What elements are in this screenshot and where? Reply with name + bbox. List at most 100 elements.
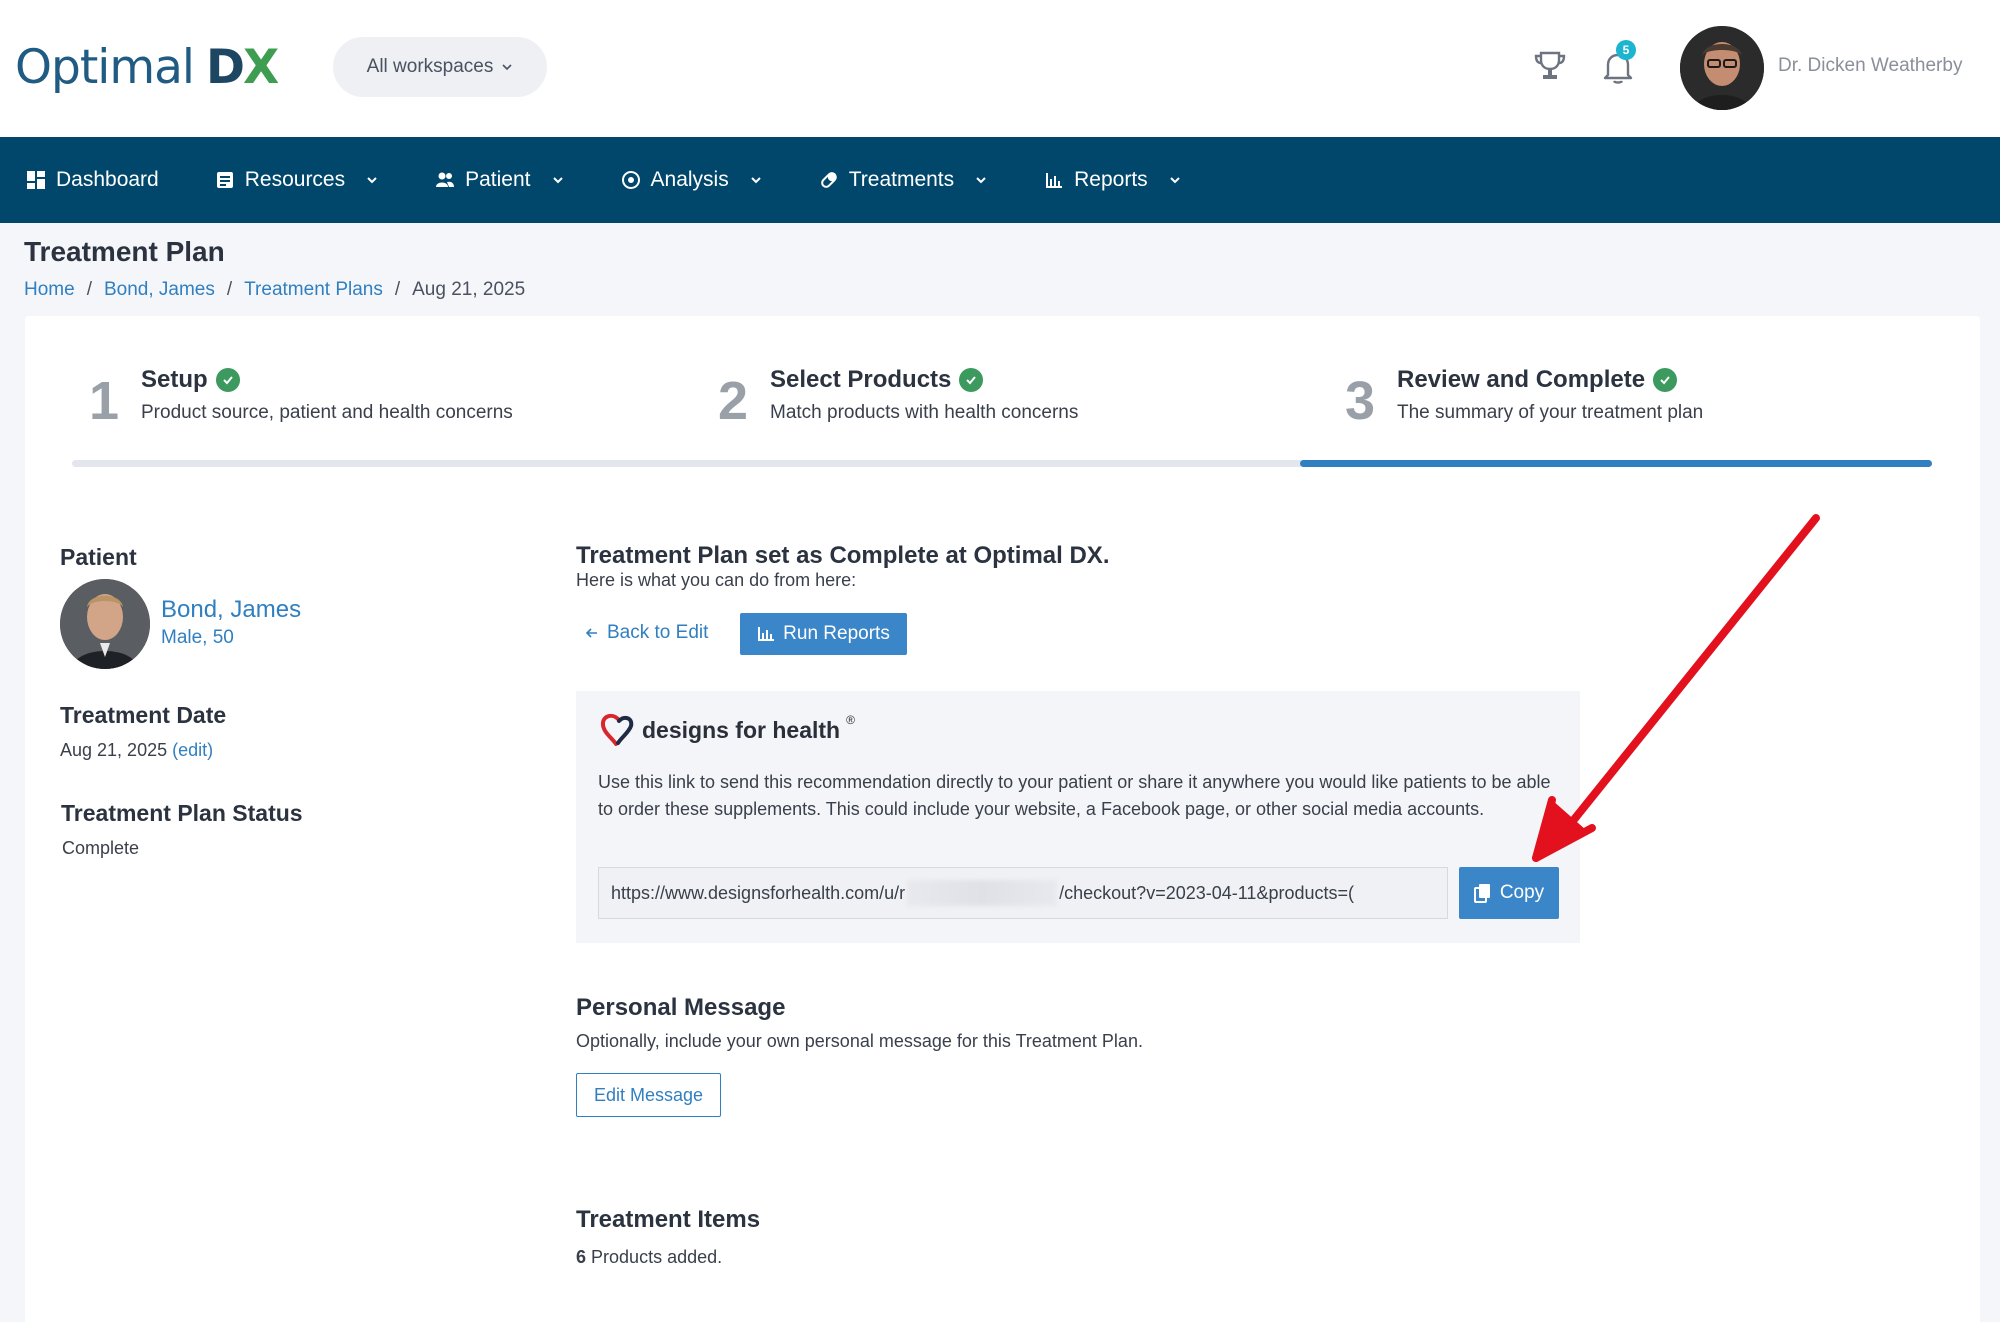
chevron-down-icon: [367, 177, 377, 184]
treatment-date: Aug 21, 2025: [60, 740, 168, 760]
step-number: 3: [1345, 371, 1376, 431]
edit-date-link[interactable]: (edit): [172, 740, 213, 760]
bar-chart-icon: [1046, 173, 1063, 188]
logo-text: Optimal: [15, 40, 195, 95]
copy-label: Copy: [1499, 882, 1545, 903]
breadcrumb-home[interactable]: Home: [24, 279, 75, 301]
trophy-icon[interactable]: [1532, 48, 1568, 84]
nav-label: Resources: [244, 168, 346, 191]
nav-label: Reports: [1074, 168, 1148, 191]
top-header: Optimal D X All workspaces 5 Dr. Dicken …: [0, 0, 2000, 137]
nav-analysis[interactable]: Analysis: [621, 168, 763, 192]
nav-reports[interactable]: Reports: [1044, 168, 1182, 192]
step-subtitle: Product source, patient and health conce…: [141, 402, 513, 423]
check-circle-icon: [1653, 368, 1678, 392]
chevron-down-icon: [976, 177, 986, 184]
chevron-down-icon: [552, 177, 563, 184]
nav-dashboard[interactable]: Dashboard: [26, 168, 159, 192]
redacted-segment: [907, 880, 1058, 906]
designs-for-health-logo: designs for health ®: [598, 713, 855, 747]
run-reports-label: Run Reports: [783, 623, 890, 644]
chevron-down-icon: [751, 177, 761, 184]
breadcrumb-separator: /: [394, 279, 401, 300]
step-select-products[interactable]: 2 Select Products Match products with he…: [718, 366, 1078, 428]
nav-label: Dashboard: [56, 168, 159, 191]
treatment-date-value: Aug 21, 2025 (edit): [60, 740, 213, 761]
patient-name-link[interactable]: Bond, James: [161, 596, 301, 624]
treatment-items-title: Treatment Items: [576, 1206, 761, 1233]
breadcrumb-treatment-plans[interactable]: Treatment Plans: [244, 279, 383, 301]
bar-chart-icon: [758, 627, 775, 641]
dfh-description: Use this link to send this recommendatio…: [598, 772, 1551, 819]
products-added-label: Products added.: [591, 1247, 723, 1267]
personal-message-subtitle: Optionally, include your own personal me…: [576, 1031, 1143, 1051]
complete-title: Treatment Plan set as Complete at Optima…: [576, 542, 1110, 569]
logo-text-d: D: [205, 40, 245, 95]
patient-meta: Male, 50: [161, 627, 234, 648]
step-subtitle: Match products with health concerns: [770, 402, 1079, 423]
treatment-plan-status-value: Complete: [62, 838, 140, 858]
breadcrumb: Home / Bond, James / Treatment Plans / A…: [24, 279, 525, 301]
edit-message-button[interactable]: Edit Message: [576, 1073, 721, 1117]
document-icon: [216, 172, 233, 188]
step-setup[interactable]: 1 Setup Product source, patient and heal…: [89, 366, 513, 428]
step-title: Review and Complete: [1397, 366, 1646, 393]
heart-swirl-icon: [600, 713, 634, 746]
workspace-select[interactable]: All workspaces: [333, 37, 547, 97]
back-to-edit-button[interactable]: Back to Edit: [585, 613, 708, 653]
treatment-plan-status-label: Treatment Plan Status: [61, 800, 303, 826]
copy-icon: [1473, 884, 1490, 903]
treatment-items-count: 6 Products added.: [576, 1247, 722, 1268]
pill-icon: [820, 172, 837, 188]
user-name[interactable]: Dr. Dicken Weatherby: [1778, 55, 1962, 77]
breadcrumb-separator: /: [226, 279, 233, 300]
step-title: Select Products: [770, 366, 952, 393]
checkout-url-field[interactable]: https://www.designsforhealth.com/u/r /ch…: [598, 867, 1448, 919]
step-number: 1: [89, 371, 120, 431]
target-icon: [621, 171, 640, 189]
nav-label: Treatments: [848, 168, 955, 191]
products-count: 6: [576, 1247, 587, 1267]
copy-button[interactable]: Copy: [1459, 867, 1559, 919]
run-reports-button[interactable]: Run Reports: [740, 613, 907, 655]
treatment-plan-card: 1 Setup Product source, patient and heal…: [25, 316, 1980, 1322]
arrow-left-icon: [585, 628, 597, 638]
notification-badge: 5: [1616, 40, 1636, 60]
patient-avatar: [60, 579, 150, 669]
step-progress-fill: [1299, 460, 1932, 467]
complete-subtitle: Here is what you can do from here:: [576, 570, 857, 590]
nav-resources[interactable]: Resources: [215, 168, 379, 192]
step-review-complete[interactable]: 3 Review and Complete The summary of you…: [1345, 366, 1703, 428]
logo-text-x: X: [242, 40, 280, 95]
page-title: Treatment Plan: [24, 236, 225, 267]
back-to-edit-label: Back to Edit: [607, 622, 709, 643]
patient-label: Patient: [60, 544, 137, 570]
check-circle-icon: [959, 368, 984, 392]
chevron-down-icon: [502, 64, 512, 71]
step-title: Setup: [141, 366, 208, 393]
step-number: 2: [718, 371, 749, 431]
nav-label: Patient: [465, 168, 531, 191]
designs-for-health-brand: designs for health: [642, 716, 841, 743]
breadcrumb-patient[interactable]: Bond, James: [104, 279, 215, 301]
breadcrumb-separator: /: [86, 279, 92, 300]
registered-mark: ®: [846, 713, 855, 727]
check-circle-icon: [215, 368, 240, 392]
nav-treatments[interactable]: Treatments: [819, 168, 988, 192]
nav-patient[interactable]: Patient: [435, 168, 564, 192]
workspace-select-label: All workspaces: [366, 56, 494, 77]
main-nav: Dashboard Resources Patient Analysis Tre…: [0, 137, 2000, 223]
breadcrumb-current: Aug 21, 2025: [412, 279, 526, 300]
personal-message-title: Personal Message: [576, 994, 786, 1021]
chevron-down-icon: [1169, 177, 1180, 184]
url-start: https://www.designsforhealth.com/u/r: [611, 882, 906, 903]
users-icon: [436, 172, 455, 187]
designs-for-health-panel: designs for health ® Use this link to se…: [576, 691, 1580, 943]
user-avatar[interactable]: [1680, 26, 1764, 110]
url-end: /checkout?v=2023-04-11&products=(: [1059, 882, 1354, 903]
dashboard-icon: [27, 171, 45, 189]
step-subtitle: The summary of your treatment plan: [1397, 402, 1704, 423]
treatment-date-label: Treatment Date: [60, 702, 227, 728]
step-progress-bar: [72, 460, 1932, 467]
optimal-dx-logo[interactable]: Optimal D X: [15, 40, 279, 100]
